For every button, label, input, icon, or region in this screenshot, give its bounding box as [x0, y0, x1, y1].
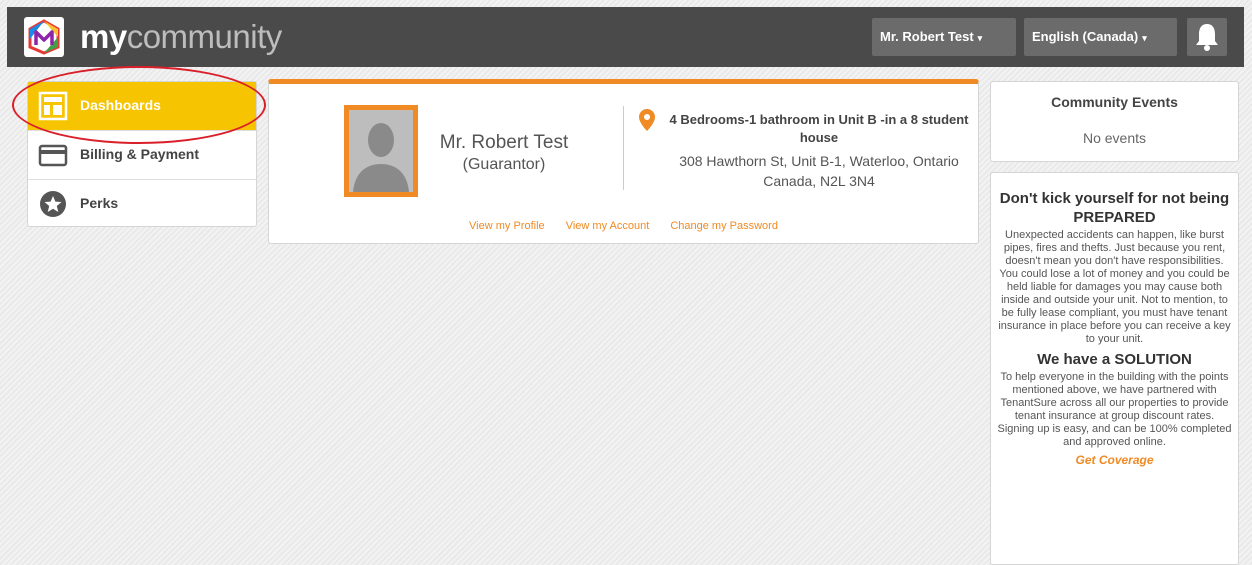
- profile-links: View my Profile View my Account Change m…: [269, 220, 978, 232]
- ad-heading: Don't kick yourself for not being PREPAR…: [999, 190, 1230, 226]
- community-events-card: Community Events No events: [990, 81, 1239, 162]
- language-label: English (Canada): [1032, 29, 1139, 44]
- divider: [623, 106, 624, 190]
- notifications-button[interactable]: [1187, 18, 1227, 56]
- profile-card: Mr. Robert Test (Guarantor) 4 Bedrooms-1…: [268, 79, 979, 244]
- location-pin-icon: [639, 109, 655, 131]
- bell-icon: [1196, 24, 1218, 51]
- caret-down-icon: ▾: [1142, 33, 1147, 43]
- sidebar-menu: Dashboards Billing & Payment Perks: [27, 81, 257, 227]
- dashboard-icon: [38, 91, 68, 121]
- view-account-link[interactable]: View my Account: [566, 220, 650, 232]
- change-password-link[interactable]: Change my Password: [670, 220, 778, 232]
- language-dropdown[interactable]: English (Canada) ▾: [1024, 18, 1177, 56]
- app-logo-text[interactable]: mycommunity: [80, 17, 282, 57]
- unit-description: 4 Bedrooms-1 bathroom in Unit B -in a 8 …: [669, 112, 969, 145]
- user-menu-dropdown[interactable]: Mr. Robert Test ▾: [872, 18, 1016, 56]
- avatar: [344, 105, 418, 197]
- sidebar-item-label: Dashboards: [80, 97, 161, 113]
- profile-name: Mr. Robert Test: [439, 132, 569, 153]
- get-coverage-link[interactable]: Get Coverage: [997, 453, 1232, 467]
- unit-address: 308 Hawthorn St, Unit B-1, Waterloo, Ont…: [679, 153, 959, 189]
- sidebar-item-label: Perks: [80, 195, 119, 211]
- ad-body-solution: To help everyone in the building with th…: [997, 371, 1232, 448]
- sidebar-item-label: Billing & Payment: [80, 146, 200, 162]
- profile-role: (Guarantor): [462, 156, 546, 173]
- caret-down-icon: ▾: [977, 33, 983, 43]
- star-icon: [40, 191, 66, 217]
- insurance-ad-card: Don't kick yourself for not being PREPAR…: [990, 172, 1239, 565]
- events-title: Community Events: [1051, 94, 1178, 110]
- events-empty-text: No events: [1082, 130, 1147, 146]
- ad-body: Unexpected accidents can happen, like bu…: [998, 229, 1231, 345]
- view-profile-link[interactable]: View my Profile: [469, 220, 545, 232]
- ad-subheading: We have a SOLUTION: [1037, 351, 1192, 368]
- sidebar-item-perks[interactable]: Perks: [28, 180, 256, 229]
- mycommunity-logo-icon[interactable]: [24, 17, 64, 57]
- top-navigation-bar: mycommunity Mr. Robert Test ▾ English (Ca…: [7, 7, 1244, 67]
- user-menu-label: Mr. Robert Test: [880, 29, 974, 44]
- credit-card-icon: [38, 144, 68, 167]
- sidebar-item-dashboards[interactable]: Dashboards: [28, 82, 256, 131]
- user-silhouette-icon: [349, 110, 413, 192]
- sidebar-item-billing-payment[interactable]: Billing & Payment: [28, 131, 256, 180]
